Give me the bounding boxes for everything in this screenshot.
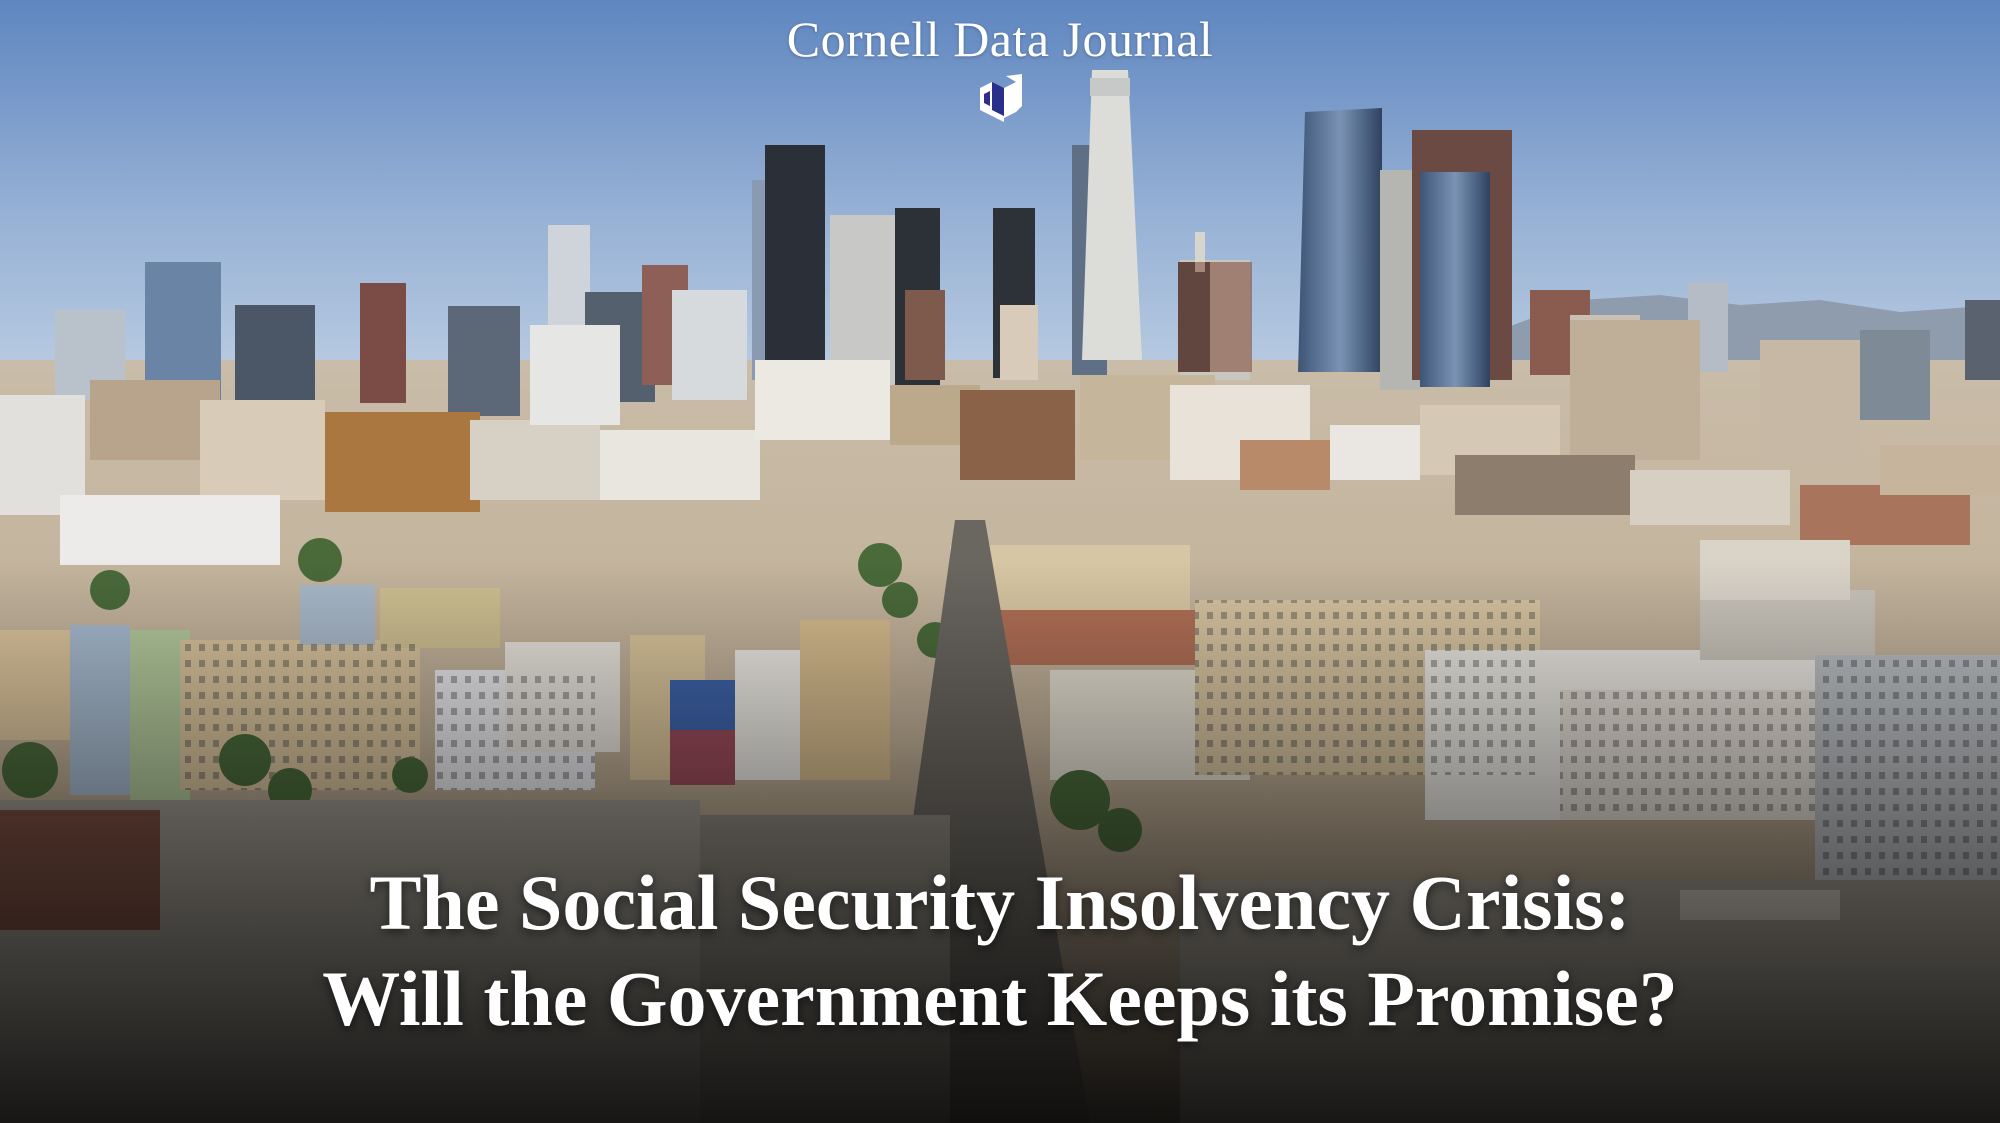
cdj-monogram-icon[interactable] bbox=[976, 72, 1026, 128]
headline-line-1: The Social Security Insolvency Crisis: bbox=[369, 859, 1631, 946]
headline-line-2: Will the Government Keeps its Promise? bbox=[322, 955, 1678, 1042]
journal-name[interactable]: Cornell Data Journal bbox=[0, 10, 2000, 68]
hero-banner: Cornell Data Journal The Social Security… bbox=[0, 0, 2000, 1123]
masthead: Cornell Data Journal bbox=[0, 10, 2000, 68]
article-headline[interactable]: The Social Security Insolvency Crisis: W… bbox=[0, 855, 2000, 1047]
